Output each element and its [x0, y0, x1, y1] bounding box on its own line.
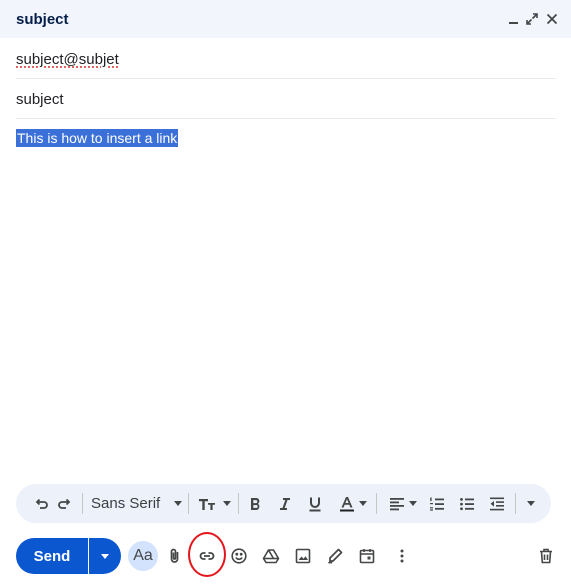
- text-color-icon[interactable]: [334, 491, 370, 516]
- toolbar-divider: [376, 493, 377, 514]
- popout-icon[interactable]: [523, 10, 541, 28]
- compose-header: subject: [0, 0, 571, 38]
- calendar-icon[interactable]: [355, 544, 379, 568]
- font-select-label: Sans Serif: [91, 495, 161, 512]
- toolbar-divider: [82, 493, 83, 514]
- paperclip-icon[interactable]: [163, 544, 187, 568]
- minimize-icon[interactable]: [505, 10, 523, 28]
- more-vert-icon[interactable]: [390, 544, 414, 568]
- underline-icon[interactable]: [304, 491, 326, 516]
- pen-icon[interactable]: [323, 544, 347, 568]
- compose-bottom-toolbar: Send Aa: [0, 536, 571, 576]
- to-field[interactable]: subject@subjet: [16, 39, 556, 79]
- window-title: subject: [16, 11, 69, 28]
- more-formatting-icon[interactable]: [522, 491, 540, 516]
- bold-icon[interactable]: [244, 491, 266, 516]
- align-icon[interactable]: [384, 491, 420, 516]
- drive-icon[interactable]: [259, 544, 283, 568]
- send-options-button[interactable]: [89, 538, 121, 574]
- subject-field[interactable]: subject: [16, 79, 556, 119]
- trash-icon[interactable]: [534, 544, 558, 568]
- selected-body-text[interactable]: This is how to insert a link: [16, 129, 179, 147]
- chevron-down-icon: [174, 501, 183, 506]
- toolbar-divider: [515, 493, 516, 514]
- chevron-down-icon: [527, 501, 535, 506]
- font-select[interactable]: Sans Serif: [91, 491, 183, 516]
- send-button[interactable]: Send: [16, 538, 88, 574]
- chevron-down-icon: [222, 501, 231, 506]
- toolbar-divider: [238, 493, 239, 514]
- subject-text[interactable]: subject: [16, 91, 64, 108]
- text-size-icon[interactable]: [196, 491, 232, 516]
- italic-icon[interactable]: [274, 491, 296, 516]
- indent-less-icon[interactable]: [486, 491, 508, 516]
- chevron-down-icon: [358, 501, 367, 506]
- formatting-options-button[interactable]: Aa: [128, 541, 158, 571]
- link-icon[interactable]: [195, 544, 219, 568]
- bulleted-list-icon[interactable]: [456, 491, 478, 516]
- image-icon[interactable]: [291, 544, 315, 568]
- toolbar-divider: [188, 493, 189, 514]
- message-body[interactable]: This is how to insert a link: [16, 118, 556, 478]
- chevron-down-icon: [408, 501, 417, 506]
- chevron-down-icon: [101, 553, 109, 559]
- redo-icon[interactable]: [54, 491, 76, 516]
- emoji-icon[interactable]: [227, 544, 251, 568]
- formatting-toolbar: Sans Serif: [16, 484, 551, 523]
- close-icon[interactable]: [543, 10, 561, 28]
- numbered-list-icon[interactable]: [426, 491, 448, 516]
- undo-icon[interactable]: [30, 491, 52, 516]
- recipient-text[interactable]: subject@subjet: [16, 51, 119, 68]
